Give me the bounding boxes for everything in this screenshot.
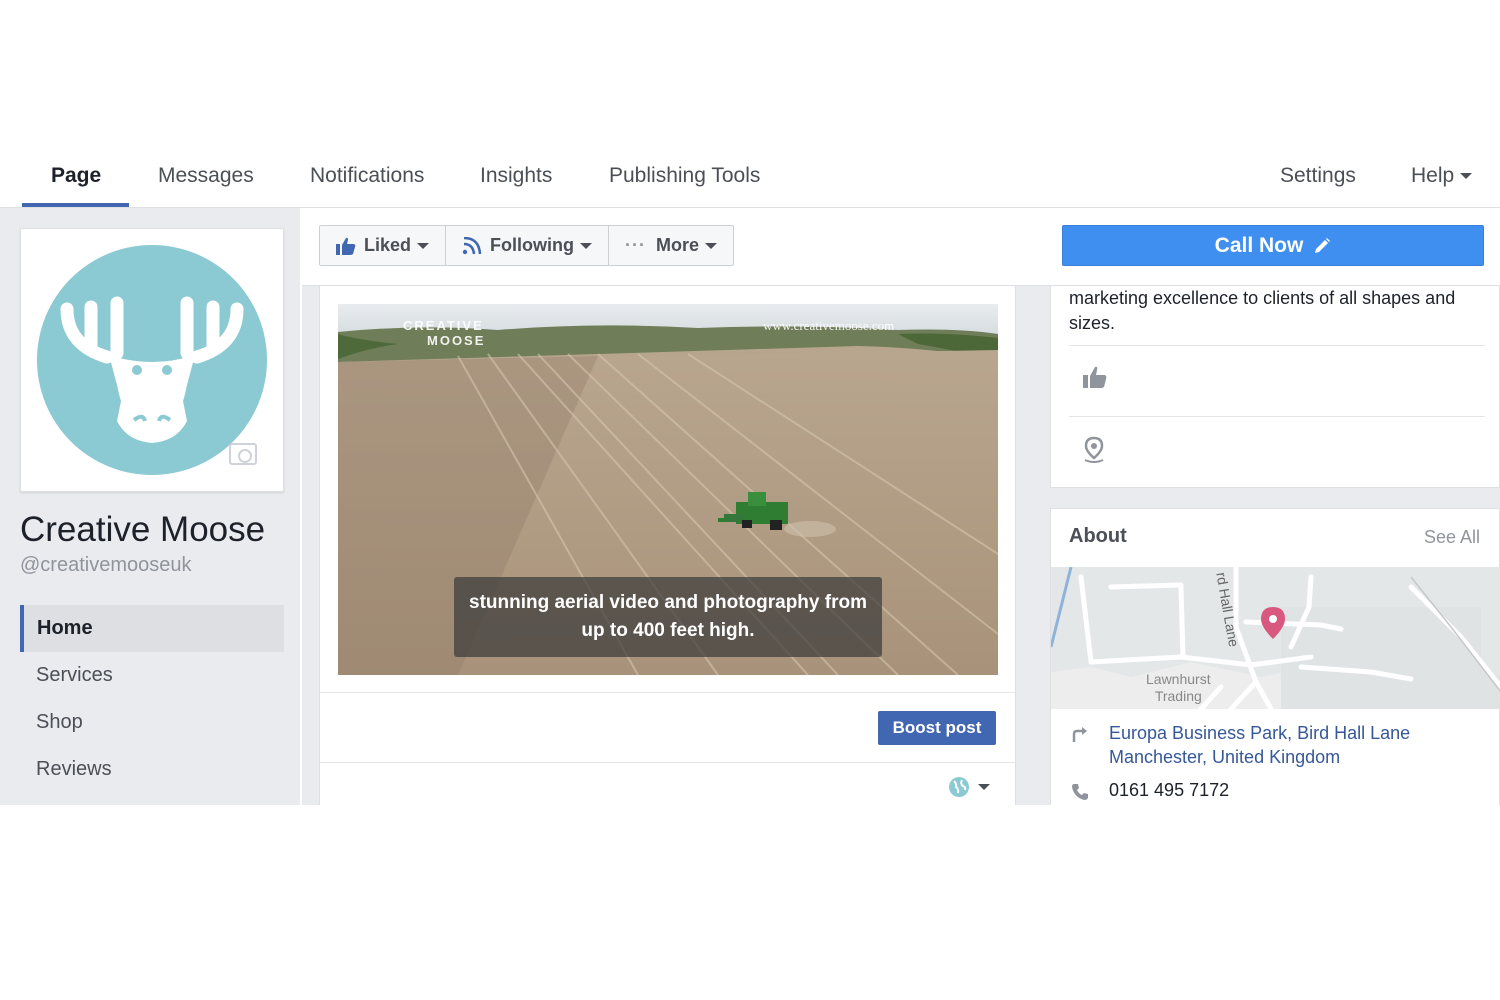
page-info-card: marketing excellence to clients of all s… xyxy=(1050,286,1500,488)
post-divider xyxy=(320,692,1015,693)
location-map[interactable]: rd Hall Lane Lawnhurst Trading xyxy=(1051,567,1500,709)
tab-insights[interactable]: Insights xyxy=(480,164,552,188)
more-dots-icon: ··· xyxy=(625,235,646,255)
map-image xyxy=(1051,567,1500,709)
chevron-down-icon xyxy=(705,242,717,249)
call-now-button[interactable]: Call Now xyxy=(1062,225,1484,266)
boost-post-button[interactable]: Boost post xyxy=(878,711,996,745)
about-card: About See All rd Hall Lane Lawnhurst Tra… xyxy=(1050,508,1500,805)
watermark-line-1: CREATIVE xyxy=(403,318,484,333)
tab-page[interactable]: Page xyxy=(51,164,101,188)
tab-messages[interactable]: Messages xyxy=(158,164,254,188)
post-video[interactable]: CREATIVE MOOSE www.creativemoose.com stu… xyxy=(338,304,998,675)
watermark-logo: CREATIVE MOOSE xyxy=(403,318,485,348)
tab-settings[interactable]: Settings xyxy=(1280,164,1356,188)
divider xyxy=(1069,345,1485,346)
page-description: marketing excellence to clients of all s… xyxy=(1069,286,1489,336)
see-all-link[interactable]: See All xyxy=(1424,527,1480,548)
address-line-1: Europa Business Park, Bird Hall Lane xyxy=(1109,723,1411,743)
phone-number[interactable]: 0161 495 7172 xyxy=(1109,780,1229,801)
more-button[interactable]: ··· More xyxy=(609,226,733,265)
rss-follow-icon xyxy=(462,236,482,254)
thumbs-up-icon xyxy=(336,237,356,255)
map-place-label-line-2: Trading xyxy=(1154,688,1202,704)
pencil-icon[interactable] xyxy=(1313,237,1331,255)
chevron-down-icon xyxy=(417,242,430,249)
caption-line-1: stunning aerial video and photography fr… xyxy=(469,592,867,613)
address-link[interactable]: Europa Business Park, Bird Hall Lane Man… xyxy=(1109,721,1410,769)
chevron-down-icon xyxy=(580,242,592,249)
description-line-1: marketing excellence to clients of all s… xyxy=(1069,288,1456,308)
following-label: Following xyxy=(490,235,574,255)
thumbs-up-icon xyxy=(1083,366,1107,388)
left-sidebar: Creative Moose @creativemooseuk Home Ser… xyxy=(0,208,300,805)
page-action-buttons: Liked Following ··· More xyxy=(319,225,734,266)
sidebar-item-services[interactable]: Services xyxy=(20,652,284,699)
liked-button[interactable]: Liked xyxy=(320,226,447,265)
post-divider xyxy=(320,762,1015,763)
directions-arrow-icon xyxy=(1072,727,1087,742)
address-line-2: Manchester, United Kingdom xyxy=(1109,747,1341,767)
globe-icon xyxy=(949,777,969,797)
location-pin-icon xyxy=(1084,436,1104,463)
moose-logo xyxy=(37,245,267,475)
divider xyxy=(1069,416,1485,417)
tab-notifications[interactable]: Notifications xyxy=(310,164,424,188)
map-place-label: Lawnhurst Trading xyxy=(1146,671,1211,705)
page-nav: Home Services Shop Reviews xyxy=(20,605,284,793)
page-top-nav: Page Messages Notifications Insights Pub… xyxy=(0,148,1500,208)
chevron-down-icon xyxy=(978,784,990,790)
audience-selector[interactable] xyxy=(948,776,990,798)
chevron-down-icon xyxy=(1460,173,1473,180)
help-label: Help xyxy=(1411,164,1455,187)
active-tab-indicator xyxy=(22,203,129,207)
call-now-label: Call Now xyxy=(1214,233,1304,257)
sidebar-item-reviews[interactable]: Reviews xyxy=(20,746,284,793)
about-title: About xyxy=(1069,525,1127,547)
tab-publishing-tools[interactable]: Publishing Tools xyxy=(609,164,760,188)
watermark-line-2: MOOSE xyxy=(427,333,486,348)
page-action-bar: Liked Following ··· More Call Now xyxy=(302,208,1500,286)
caption-line-2: up to 400 feet high. xyxy=(581,620,755,641)
page-handle[interactable]: @creativemooseuk xyxy=(20,554,191,577)
description-line-2: sizes. xyxy=(1069,313,1116,333)
timeline-column: CREATIVE MOOSE www.creativemoose.com stu… xyxy=(302,286,1032,805)
map-place-label-line-1: Lawnhurst xyxy=(1146,671,1211,687)
following-button[interactable]: Following xyxy=(446,226,609,265)
camera-icon[interactable] xyxy=(229,443,257,465)
right-column: marketing excellence to clients of all s… xyxy=(1032,286,1500,805)
liked-label: Liked xyxy=(364,235,412,255)
sidebar-item-home[interactable]: Home xyxy=(20,605,284,652)
watermark-url: www.creativemoose.com xyxy=(763,318,895,333)
help-menu[interactable]: Help xyxy=(1411,164,1473,188)
sidebar-item-shop[interactable]: Shop xyxy=(20,699,284,746)
page-name: Creative Moose xyxy=(20,510,266,549)
moose-icon xyxy=(60,296,244,443)
profile-picture[interactable] xyxy=(20,228,284,492)
video-caption: stunning aerial video and photography fr… xyxy=(454,577,882,657)
more-label: More xyxy=(655,235,699,255)
post-card: CREATIVE MOOSE www.creativemoose.com stu… xyxy=(319,286,1016,805)
phone-icon xyxy=(1072,784,1088,800)
